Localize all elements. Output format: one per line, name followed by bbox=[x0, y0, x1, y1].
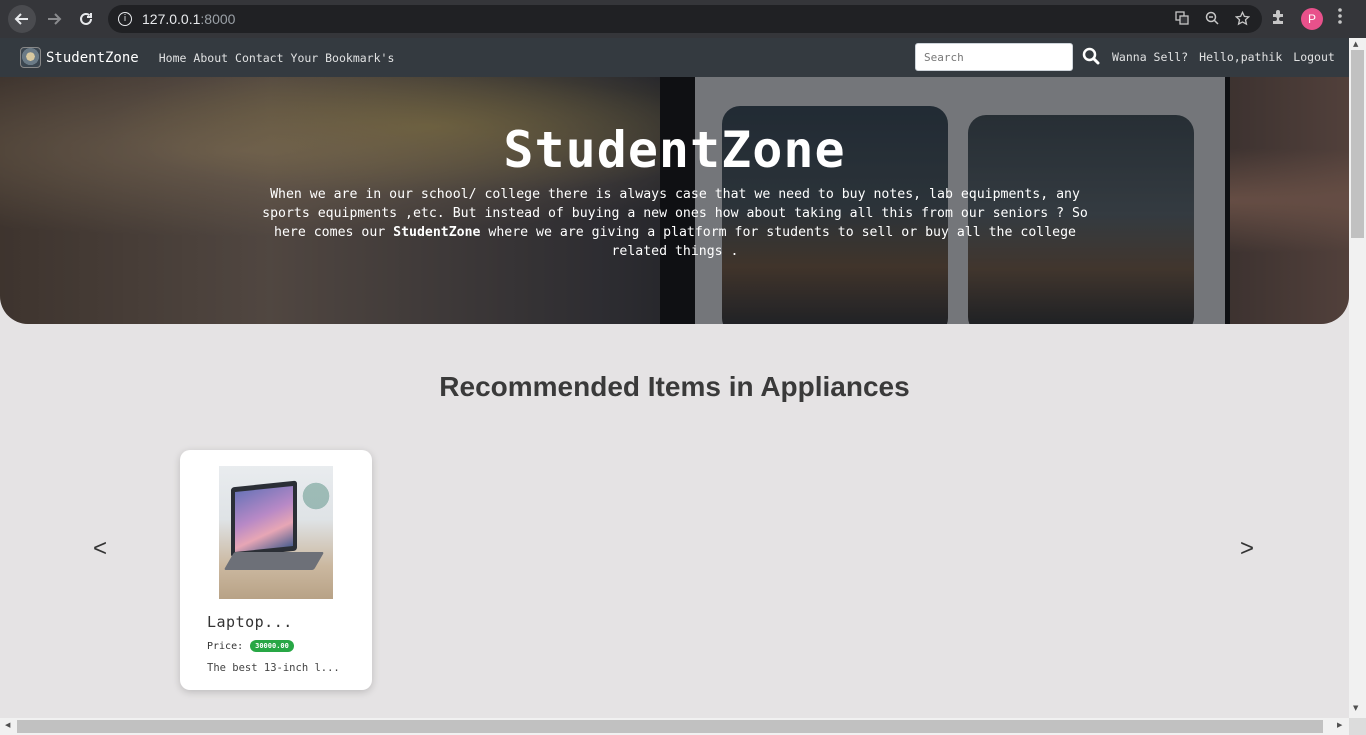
hero-brand-bold: StudentZone bbox=[393, 225, 481, 240]
nav-bookmarks-link[interactable]: Your Bookmark's bbox=[291, 51, 395, 65]
nav-contact-link[interactable]: Contact bbox=[235, 51, 283, 65]
translate-icon[interactable] bbox=[1175, 11, 1189, 30]
hero-banner: StudentZone When we are in our school/ c… bbox=[0, 77, 1349, 324]
vertical-scroll-thumb[interactable] bbox=[1351, 50, 1364, 238]
carousel-prev-button[interactable]: < bbox=[93, 535, 107, 563]
product-image[interactable] bbox=[219, 466, 333, 599]
logout-link[interactable]: Logout bbox=[1293, 50, 1335, 64]
vertical-scrollbar[interactable]: ▲ ▼ bbox=[1349, 38, 1366, 718]
zoom-icon[interactable] bbox=[1205, 11, 1219, 30]
carousel-next-button[interactable]: > bbox=[1240, 535, 1254, 563]
scroll-left-icon[interactable]: ◀ bbox=[5, 721, 10, 729]
horizontal-scroll-thumb[interactable] bbox=[17, 720, 1323, 733]
product-card[interactable]: Laptop... Price: 30000.00 The best 13-in… bbox=[180, 450, 372, 690]
brand-link[interactable]: StudentZone bbox=[20, 47, 139, 68]
price-badge: 30000.00 bbox=[250, 640, 294, 652]
hero-description: When we are in our school/ college there… bbox=[262, 187, 1088, 259]
url-text: 127.0.0.1:8000 bbox=[142, 11, 236, 27]
scroll-right-icon[interactable]: ▶ bbox=[1337, 721, 1342, 729]
nav-links: Home About Contact Your Bookmark's bbox=[159, 51, 395, 65]
site-navbar: StudentZone Home About Contact Your Book… bbox=[0, 38, 1349, 77]
product-description: The best 13-inch l... bbox=[207, 662, 340, 674]
price-label: Price: bbox=[207, 640, 244, 652]
search-icon[interactable] bbox=[1082, 47, 1100, 67]
extensions-icon[interactable] bbox=[1270, 9, 1286, 29]
price-row: Price: 30000.00 bbox=[207, 640, 294, 652]
menu-dots-icon[interactable] bbox=[1338, 8, 1342, 27]
section-title: Recommended Items in Appliances bbox=[439, 371, 910, 402]
search-input[interactable] bbox=[915, 43, 1073, 71]
horizontal-scrollbar[interactable]: ◀ ▶ bbox=[0, 718, 1349, 735]
nav-home-link[interactable]: Home bbox=[159, 51, 187, 65]
account-links: Wanna Sell? Hello,pathik Logout bbox=[1112, 50, 1335, 64]
brand-name: StudentZone bbox=[46, 49, 139, 66]
hero-title: StudentZone bbox=[503, 121, 846, 179]
address-bar[interactable]: i 127.0.0.1:8000 bbox=[108, 5, 1262, 33]
scroll-down-icon[interactable]: ▼ bbox=[1353, 704, 1358, 712]
scroll-up-icon[interactable]: ▲ bbox=[1353, 40, 1358, 48]
back-arrow-icon[interactable] bbox=[8, 5, 36, 33]
profile-avatar[interactable]: P bbox=[1301, 8, 1323, 30]
wanna-sell-link[interactable]: Wanna Sell? bbox=[1112, 50, 1188, 64]
star-icon[interactable] bbox=[1234, 10, 1251, 30]
browser-toolbar: i 127.0.0.1:8000 P bbox=[0, 0, 1366, 38]
info-icon[interactable]: i bbox=[118, 12, 132, 26]
brand-logo bbox=[20, 47, 41, 68]
nav-about-link[interactable]: About bbox=[193, 51, 228, 65]
reload-icon[interactable] bbox=[72, 5, 100, 33]
product-title[interactable]: Laptop... bbox=[207, 613, 293, 631]
forward-arrow-icon[interactable] bbox=[40, 5, 68, 33]
user-greeting-link[interactable]: Hello,pathik bbox=[1199, 50, 1282, 64]
